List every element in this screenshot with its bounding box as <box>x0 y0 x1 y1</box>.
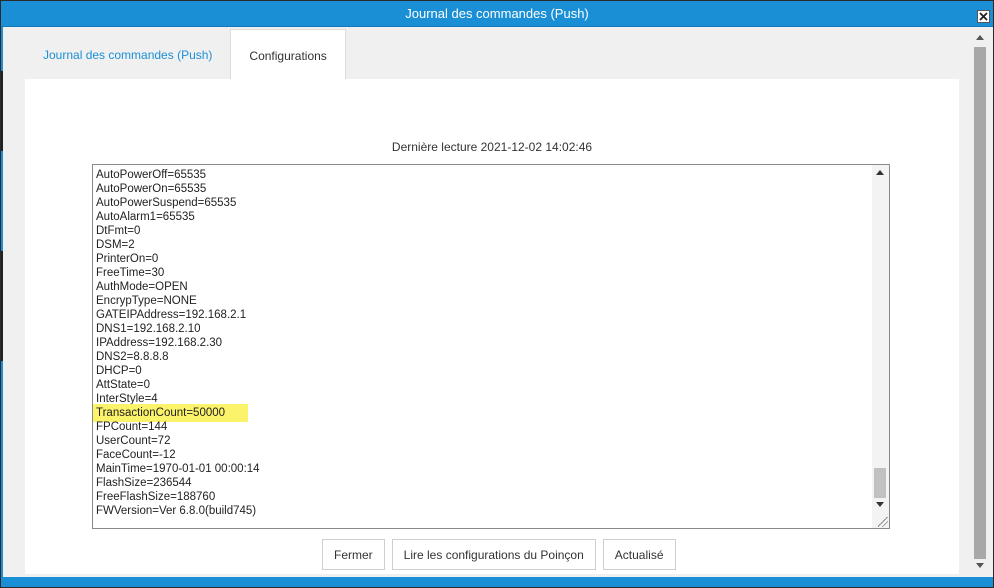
config-line-text: FaceCount=-12 <box>96 449 176 461</box>
config-line-text: AttState=0 <box>96 379 151 391</box>
config-line: AutoPowerOff=65535 <box>96 168 260 182</box>
config-line-text: DtFmt=0 <box>96 225 141 237</box>
config-line-text: FPCount=144 <box>96 421 168 433</box>
config-line: UserCount=72 <box>96 434 260 448</box>
config-line-text: FlashSize=236544 <box>96 477 192 489</box>
config-line-text: AutoAlarm1=65535 <box>96 211 195 223</box>
config-line-text: AutoPowerOff=65535 <box>96 169 207 181</box>
close-button[interactable]: Fermer <box>322 539 385 570</box>
config-line: AutoAlarm1=65535 <box>96 210 260 224</box>
config-line-text: AuthMode=OPEN <box>96 281 188 293</box>
configurations-panel: Dernière lecture 2021-12-02 14:02:46 Aut… <box>25 79 959 574</box>
config-line: FaceCount=-12 <box>96 448 260 462</box>
config-line: DNS1=192.168.2.10 <box>96 322 260 336</box>
tab-bar: Journal des commandes (Push) Configurati… <box>25 29 346 81</box>
config-line: FWVersion=Ver 6.8.0(build745) <box>96 504 260 518</box>
close-icon[interactable] <box>977 10 990 23</box>
config-line-text: DNS2=8.8.8.8 <box>96 351 169 363</box>
window-scrollbar[interactable] <box>973 29 987 575</box>
config-line: AttState=0 <box>96 378 260 392</box>
config-line: AutoPowerOn=65535 <box>96 182 260 196</box>
config-line-text: GATEIPAddress=192.168.2.1 <box>96 309 247 321</box>
config-line: FPCount=144 <box>96 420 260 434</box>
scroll-up-icon[interactable] <box>976 35 984 40</box>
config-line: FlashSize=236544 <box>96 476 260 490</box>
config-line: MainTime=1970-01-01 00:00:14 <box>96 462 260 476</box>
config-line: AutoPowerSuspend=65535 <box>96 196 260 210</box>
last-read-label: Dernière lecture 2021-12-02 14:02:46 <box>391 140 593 154</box>
left-border-segment <box>1 71 3 151</box>
window-scroll-thumb[interactable] <box>974 47 986 559</box>
config-line-text: PrinterOn=0 <box>96 253 159 265</box>
refresh-button[interactable]: Actualisé <box>602 539 676 570</box>
resize-grip-icon[interactable] <box>878 517 888 527</box>
left-border-segment <box>1 251 3 361</box>
config-line: IPAddress=192.168.2.30 <box>96 336 260 350</box>
config-line: TransactionCount=50000 <box>93 404 260 422</box>
config-line: AuthMode=OPEN <box>96 280 260 294</box>
config-line-text: DSM=2 <box>96 239 135 251</box>
config-line-text: AutoPowerSuspend=65535 <box>96 197 237 209</box>
dialog-content: Journal des commandes (Push) Configurati… <box>11 29 971 575</box>
config-line-text: IPAddress=192.168.2.30 <box>96 337 223 349</box>
config-line: FreeTime=30 <box>96 266 260 280</box>
textarea-scrollbar[interactable] <box>872 165 889 528</box>
config-line-text: DHCP=0 <box>96 365 142 377</box>
scroll-down-icon[interactable] <box>876 502 884 507</box>
scroll-down-icon[interactable] <box>976 563 984 568</box>
config-line: DNS2=8.8.8.8 <box>96 350 260 364</box>
window-title: Journal des commandes (Push) <box>405 6 589 21</box>
dialog-window: Journal des commandes (Push) Journal des… <box>0 0 994 588</box>
config-line-text: MainTime=1970-01-01 00:00:14 <box>96 463 260 475</box>
bottom-bar <box>1 577 993 587</box>
tab-command-log[interactable]: Journal des commandes (Push) <box>25 29 230 79</box>
config-line: FreeFlashSize=188760 <box>96 490 260 504</box>
scroll-thumb[interactable] <box>874 468 886 498</box>
config-line-text: EncrypType=NONE <box>96 295 197 307</box>
config-line: GATEIPAddress=192.168.2.1 <box>96 308 260 322</box>
config-line-text: AutoPowerOn=65535 <box>96 183 207 195</box>
title-bar: Journal des commandes (Push) <box>1 1 993 27</box>
scroll-up-icon[interactable] <box>876 170 884 175</box>
config-line: EncrypType=NONE <box>96 294 260 308</box>
config-line-text: FWVersion=Ver 6.8.0(build745) <box>96 505 257 517</box>
config-line: DHCP=0 <box>96 364 260 378</box>
config-line: PrinterOn=0 <box>96 252 260 266</box>
config-textarea[interactable]: AutoPowerOff=65535 AutoPowerOn=65535 AutoP… <box>92 164 890 529</box>
tab-configurations[interactable]: Configurations <box>230 29 346 80</box>
config-line-text: TransactionCount=50000 <box>96 407 226 419</box>
config-line: DtFmt=0 <box>96 224 260 238</box>
config-line: DSM=2 <box>96 238 260 252</box>
config-line-text: FreeFlashSize=188760 <box>96 491 216 503</box>
read-config-button[interactable]: Lire les configurations du Poinçon <box>391 539 596 570</box>
config-lines: AutoPowerOff=65535 AutoPowerOn=65535 AutoP… <box>93 168 260 518</box>
config-line-text: FreeTime=30 <box>96 267 165 279</box>
config-line-text: DNS1=192.168.2.10 <box>96 323 201 335</box>
button-row: Fermer Lire les configurations du Poinço… <box>322 539 676 570</box>
config-line-text: UserCount=72 <box>96 435 171 447</box>
